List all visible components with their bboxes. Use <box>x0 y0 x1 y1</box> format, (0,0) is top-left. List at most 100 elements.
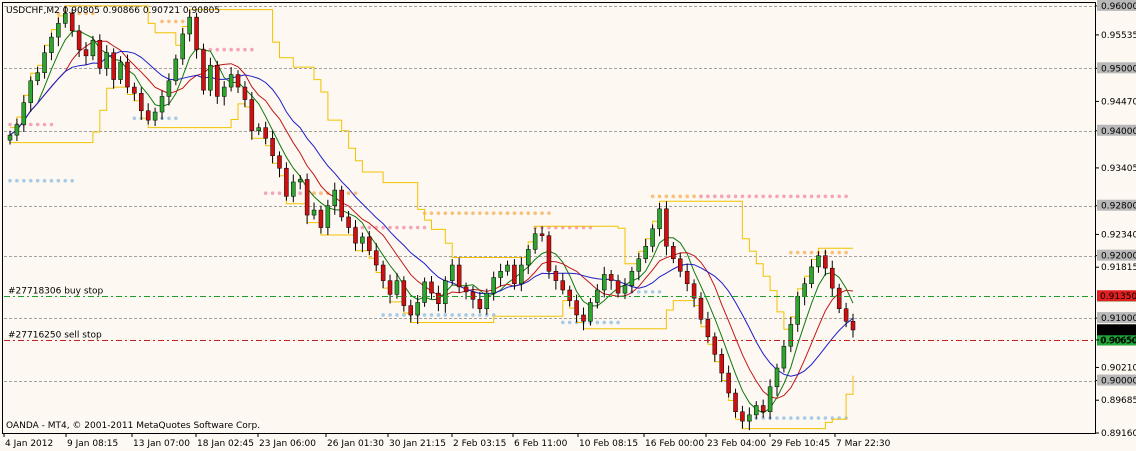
symbol-header: USDCHF,M2 0.90805 0.90866 0.90721 0.9080… <box>6 6 220 16</box>
indicator-dot-62 <box>360 225 365 230</box>
candle-body-10 <box>76 30 82 50</box>
indicator-dot-132 <box>650 290 655 294</box>
candle-body-11 <box>83 49 89 57</box>
indicator-dot-4 <box>35 178 40 183</box>
y-tick-label-14: 0.89685 <box>1101 396 1136 406</box>
indicator-dot-102 <box>505 211 510 215</box>
candle-body-6 <box>49 36 54 53</box>
y-tick-label-0: 0.96000 <box>1101 2 1136 12</box>
indicator-dot-158 <box>782 194 786 199</box>
candle-body-120 <box>836 287 842 309</box>
candle-body-61 <box>429 281 434 294</box>
candle-body-99 <box>691 283 697 299</box>
x-tick-label-0: 4 Jan 2012 <box>5 439 53 449</box>
indicator-dot-71 <box>422 225 427 230</box>
candle-body-111 <box>774 367 780 388</box>
indicator-dot-47 <box>277 191 282 196</box>
candle-body-100 <box>698 297 704 320</box>
candle-body-48 <box>339 189 344 218</box>
indicator-dot-41 <box>229 47 233 52</box>
indicator-dot-139 <box>685 194 689 199</box>
indicator-dot-81 <box>443 313 448 317</box>
indicator-dot-2 <box>22 178 26 183</box>
candle-body-14 <box>104 52 109 69</box>
indicator-dot-160 <box>795 194 800 199</box>
indicator-dot-43 <box>243 47 247 52</box>
indicator-dot-42 <box>236 47 240 52</box>
indicator-dot-118 <box>560 320 565 325</box>
candle-body-35 <box>249 99 255 132</box>
indicator-dot-79 <box>429 313 434 317</box>
indicator-dot-29 <box>174 116 178 121</box>
candle-body-44 <box>311 209 317 216</box>
candle-body-74 <box>519 264 524 285</box>
candle-body-26 <box>187 16 192 35</box>
x-tick-label-7: 2 Feb 03:15 <box>453 439 506 449</box>
indicator-dot-190 <box>830 250 835 255</box>
indicator-dot-184 <box>789 250 793 255</box>
indicator-dot-69 <box>408 225 413 230</box>
indicator-dot-93 <box>450 211 455 215</box>
indicator-dot-99 <box>491 211 496 215</box>
y-tick-label-15: 0.89160 <box>1101 429 1136 439</box>
order-label-1: #27716250 sell stop <box>8 331 102 341</box>
indicator-dot-156 <box>768 194 772 199</box>
indicator-dot-123 <box>595 320 600 325</box>
candle-body-39 <box>277 155 282 169</box>
x-tick-label-1: 9 Jan 08:15 <box>67 439 118 449</box>
candle-body-18 <box>132 86 137 94</box>
candle-body-115 <box>802 283 807 297</box>
indicator-dot-14 <box>35 122 40 127</box>
indicator-dot-94 <box>457 211 461 215</box>
candle-body-3 <box>28 80 33 103</box>
candle-body-23 <box>166 80 172 97</box>
candle-body-33 <box>235 74 241 88</box>
indicator-dot-75 <box>402 313 406 317</box>
chart-window[interactable]: #27718306 buy stop 0.91350 #27716250 sell … <box>0 0 1136 451</box>
candle-body-121 <box>843 308 849 322</box>
indicator-dot-191 <box>837 250 841 255</box>
indicator-dot-166 <box>837 194 841 199</box>
candle-body-30 <box>215 64 220 97</box>
indicator-dot-90 <box>429 211 434 215</box>
candle-body-81 <box>567 289 572 301</box>
indicator-dot-28 <box>167 116 171 121</box>
indicator-dot-68 <box>402 225 406 230</box>
candle-body-55 <box>387 280 393 295</box>
candle-body-40 <box>284 167 289 197</box>
candle-body-97 <box>678 258 683 272</box>
indicator-dot-9 <box>70 178 74 183</box>
indicator-dot-66 <box>388 225 392 230</box>
candle-body-72 <box>505 264 510 272</box>
indicator-dot-175 <box>789 416 793 420</box>
indicator-dot-3 <box>28 178 33 183</box>
indicator-dot-6 <box>49 178 54 183</box>
indicator-dot-0 <box>8 178 12 183</box>
candle-body-91 <box>636 258 642 272</box>
candle-body-41 <box>291 181 296 197</box>
candle-body-56 <box>394 280 400 295</box>
indicator-dot-126 <box>616 320 620 325</box>
candle-body-78 <box>546 235 552 272</box>
indicator-dot-167 <box>844 194 848 199</box>
indicator-dot-86 <box>478 313 482 317</box>
indicator-dot-7 <box>56 178 61 183</box>
y-tick-label-11: 0.90650 <box>1101 336 1136 346</box>
indicator-dot-136 <box>664 194 669 199</box>
indicator-dot-133 <box>657 290 662 294</box>
candle-body-25 <box>180 33 185 60</box>
x-tick-label-3: 18 Jan 02:45 <box>197 439 254 449</box>
indicator-dot-104 <box>519 211 524 215</box>
price-chart[interactable]: #27718306 buy stop 0.91350 #27716250 sell … <box>0 0 1136 451</box>
candle-body-86 <box>601 274 607 291</box>
candle-body-68 <box>477 299 483 309</box>
y-tick-label-5: 0.93405 <box>1101 164 1136 174</box>
indicator-dot-73 <box>388 313 392 317</box>
indicator-dot-130 <box>636 290 641 294</box>
candle-body-101 <box>705 319 711 338</box>
candle-body-70 <box>491 277 496 294</box>
candle-body-80 <box>560 280 566 291</box>
indicator-dot-192 <box>844 250 848 255</box>
y-tick-label-7: 0.92340 <box>1101 230 1136 240</box>
candle-body-98 <box>684 271 690 285</box>
